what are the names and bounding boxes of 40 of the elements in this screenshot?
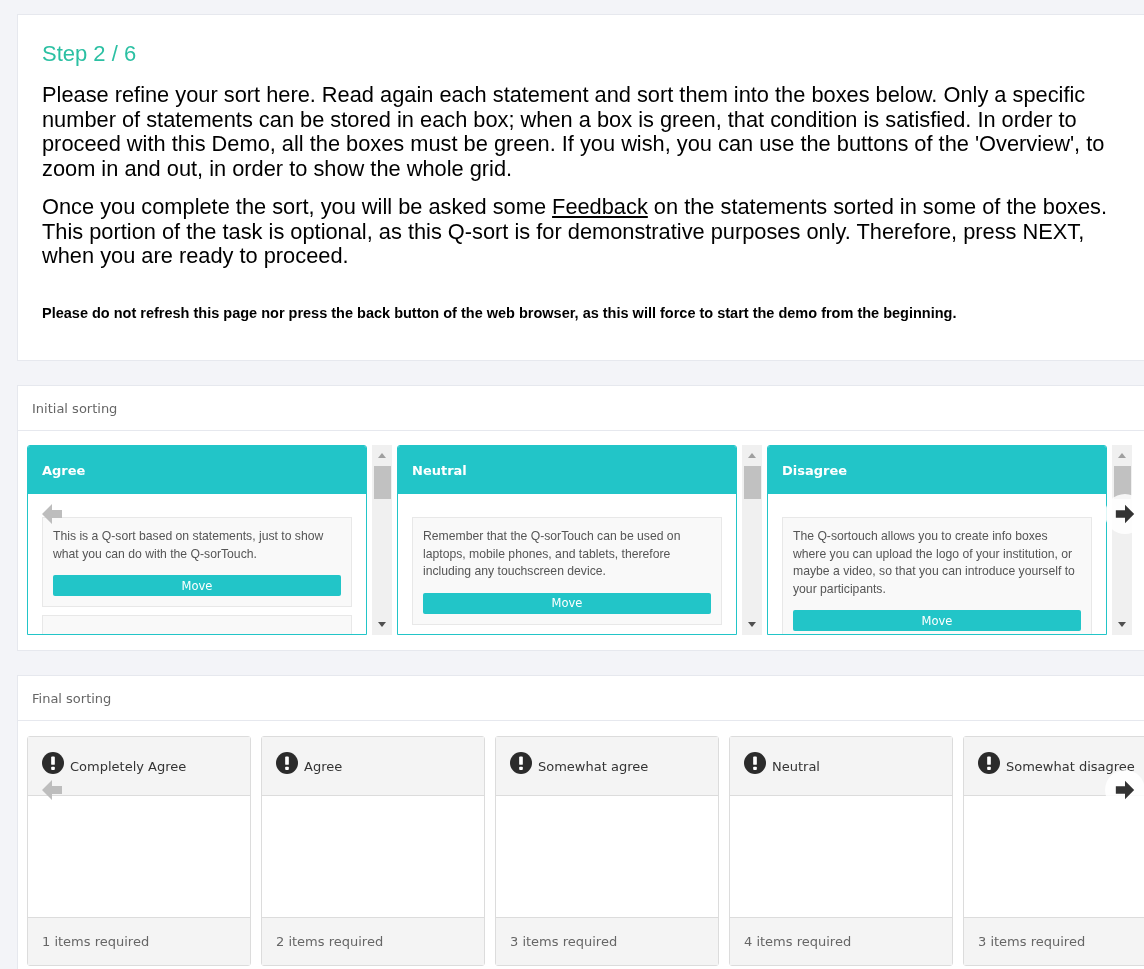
box-title: Completely Agree — [70, 758, 187, 774]
statement-text: Remember that the Q-sorTouch can be used on laptops, mobile phones, and tablets, therefore including any touchscreen device. — [423, 528, 682, 580]
move-button[interactable]: Move — [793, 610, 1081, 631]
column-title: Disagree — [782, 462, 848, 478]
panel-title: Final sorting — [32, 690, 112, 706]
box-title: Somewhat disagree — [1006, 758, 1135, 774]
scrollbar-thumb[interactable] — [743, 466, 761, 499]
box-title: Neutral — [772, 758, 820, 774]
scrollbar[interactable] — [372, 445, 392, 635]
scroll-down-icon[interactable] — [748, 622, 756, 627]
column-title: Agree — [42, 462, 86, 478]
scrollbar[interactable] — [742, 445, 762, 635]
step-title: Step 2 / 6 — [42, 41, 138, 67]
items-required-label: 2 items required — [276, 934, 384, 949]
items-required-label: 3 items required — [510, 934, 618, 949]
move-button[interactable]: Move — [53, 575, 341, 596]
column-title: Neutral — [412, 462, 467, 478]
items-required-label: 1 items required — [42, 934, 150, 949]
scroll-down-icon[interactable] — [378, 622, 386, 627]
right-arrow-icon[interactable] — [1114, 503, 1136, 525]
panel-title: Initial sorting — [32, 400, 118, 416]
left-arrow-icon[interactable] — [40, 502, 64, 526]
box-title: Somewhat agree — [538, 758, 649, 774]
scroll-down-icon[interactable] — [1118, 622, 1126, 627]
right-arrow-icon[interactable] — [1114, 779, 1136, 801]
left-arrow-icon[interactable] — [40, 778, 64, 802]
box-title: Agree — [304, 758, 343, 774]
statement-text: The Q-sortouch allows you to create info boxes where you can upload the logo of your institution, or maybe a video, so that you can introduce yourself to your participants. — [793, 528, 1076, 598]
instruction-paragraph: Please refine your sort here. Read again each statement and sort them into the boxes below. Only a specific number of statements can be stored in each box; when a box is green, that condition is satisfied. In order to proceed with this Demo, all the boxes must be green. If you wish, you can use the buttons of the 'Overview', to zoom in and out, in order to show the whole grid. — [42, 83, 1106, 181]
items-required-label: 3 items required — [978, 934, 1086, 949]
items-required-label: 4 items required — [744, 934, 852, 949]
warning-note: Please do not refresh this page nor press the back button of the web browser, as this will force to start the demo from the beginning. — [42, 304, 958, 321]
scroll-up-icon[interactable] — [748, 453, 756, 458]
statement-text: This is a Q-sort based on statements, just to show what you can do with the Q-sorTouch. — [53, 528, 325, 563]
move-button[interactable]: Move — [423, 592, 711, 614]
scrollbar-thumb[interactable] — [373, 466, 391, 499]
scroll-up-icon[interactable] — [1118, 453, 1126, 458]
scroll-up-icon[interactable] — [378, 453, 386, 458]
instruction-paragraph: Once you complete the sort, you will be asked some Feedback on the statements sorted in some of the boxes. This portion of the task is optional, as this Q-sort is for demonstrative purposes only. Therefore, press NEXT, when you are ready to proceed. — [42, 195, 1108, 269]
feedback-link[interactable]: Feedback — [552, 194, 648, 219]
